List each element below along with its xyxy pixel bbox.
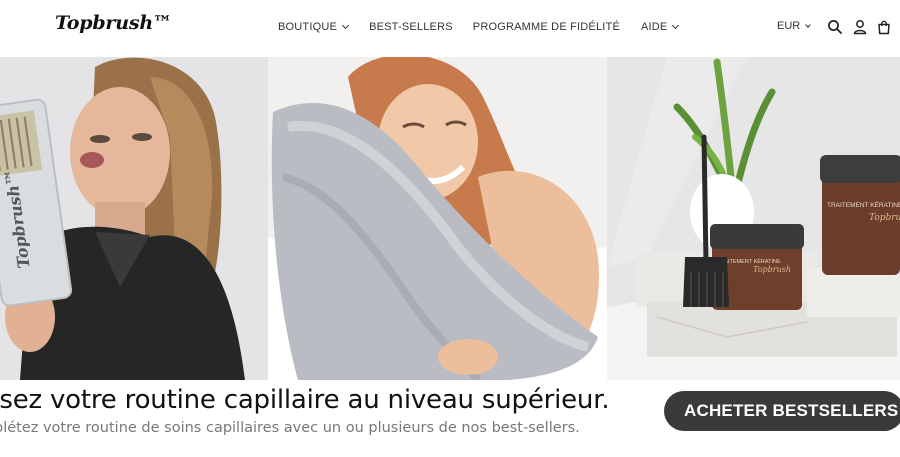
nav-label-boutique: BOUTIQUE (278, 21, 338, 33)
chevron-down-icon (805, 21, 812, 28)
banner-headline: ssez votre routine capillaire au niveau … (0, 385, 610, 415)
large-jar-label: TRAITEMENT KÉRATINE PURE (827, 200, 900, 209)
nav-item-programme-fidelite[interactable]: PROGRAMME DE FIDÉLITÉ (473, 20, 620, 34)
nav-label-aide: AIDE (641, 21, 668, 33)
banner-subline: plétez votre routine de soins capillaire… (0, 420, 580, 436)
hero-image-keratin-products: TRAITEMENT KÉRATINE PURE Topbrush TRAITE… (607, 57, 900, 380)
nav-label-programme-fidelite: PROGRAMME DE FIDÉLITÉ (472, 21, 620, 33)
hero-image-woman-with-satin-pillow (268, 57, 607, 380)
brand-logo[interactable]: Topbrush™ (55, 12, 172, 34)
currency-selector[interactable]: EUR (777, 20, 812, 32)
shopping-bag-icon[interactable] (876, 19, 892, 35)
hero-image-woman-with-brush: Topbrush™ (0, 57, 268, 380)
page: Topbrush™ BOUTIQUE BEST-SELLERS PROGRAMM… (0, 0, 900, 457)
main-nav: BOUTIQUE BEST-SELLERS PROGRAMME DE FIDÉL… (278, 20, 680, 34)
small-jar-brand: Topbrush (753, 265, 791, 274)
shop-bestsellers-button[interactable]: ACHETER BESTSELLERS (664, 391, 900, 431)
user-icon[interactable] (852, 19, 868, 35)
nav-item-best-sellers[interactable]: BEST-SELLERS (369, 20, 453, 34)
chevron-down-icon (672, 21, 680, 30)
site-header: Topbrush™ BOUTIQUE BEST-SELLERS PROGRAMM… (0, 0, 900, 57)
search-icon[interactable] (827, 19, 843, 35)
currency-label: EUR (777, 20, 801, 32)
nav-label-best-sellers: BEST-SELLERS (369, 21, 453, 33)
hero-banner: Topbrush™ TRAITEMENT KÉRATINE Topbr TRAI… (0, 57, 900, 380)
nav-item-aide[interactable]: AIDE (641, 20, 680, 34)
large-jar-brand: Topbrush (869, 213, 900, 223)
chevron-down-icon (342, 21, 350, 30)
nav-item-boutique[interactable]: BOUTIQUE (278, 20, 350, 34)
